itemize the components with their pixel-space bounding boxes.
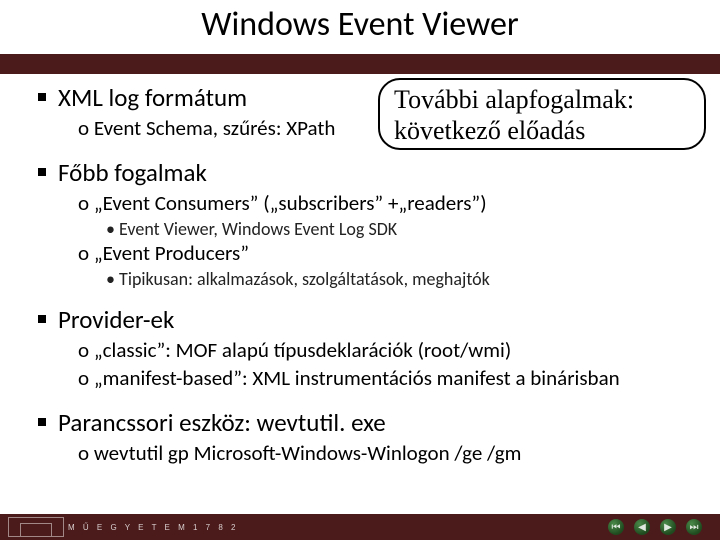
- callout-line-2: következő előadás: [394, 115, 690, 146]
- nav-prev-button[interactable]: ◀: [634, 519, 650, 535]
- bullet-fobb-fogalmak: Főbb fogalmak: [38, 157, 696, 188]
- callout-line-1: További alapfogalmak:: [394, 84, 690, 115]
- nav-next-button[interactable]: ▶: [660, 519, 676, 535]
- sub-event-consumers: „Event Consumers” („subscribers” +„reade…: [78, 190, 696, 216]
- slide-footer: M Ű E G Y E T E M 1 7 8 2 ⏮ ◀ ▶ ⏭: [0, 514, 720, 540]
- square-bullet-icon: [38, 93, 46, 101]
- square-bullet-icon: [38, 315, 46, 323]
- bullet-text: Főbb fogalmak: [58, 157, 207, 188]
- sub-classic: „classic”: MOF alapú típusdeklarációk (r…: [78, 337, 696, 363]
- bullet-text: XML log formátum: [58, 82, 247, 113]
- subsub-event-viewer-sdk: Event Viewer, Windows Event Log SDK: [106, 218, 696, 240]
- slide-title: Windows Event Viewer: [0, 0, 720, 54]
- footer-logo-area: M Ű E G Y E T E M 1 7 8 2: [8, 517, 238, 537]
- bullet-wevtutil: Parancssori eszköz: wevtutil. exe: [38, 407, 696, 438]
- footer-nav: ⏮ ◀ ▶ ⏭: [608, 519, 702, 535]
- nav-last-button[interactable]: ⏭: [686, 519, 702, 535]
- sub-manifest-based: „manifest-based”: XML instrumentációs ma…: [78, 365, 696, 391]
- bullet-text: Provider-ek: [58, 304, 174, 335]
- university-logo-icon: [8, 517, 64, 537]
- nav-first-button[interactable]: ⏮: [608, 519, 624, 535]
- bullet-text: Parancssori eszköz: wevtutil. exe: [58, 407, 386, 438]
- title-underline: [0, 54, 720, 74]
- square-bullet-icon: [38, 168, 46, 176]
- sub-wevtutil-cmd: wevtutil gp Microsoft-Windows-Winlogon /…: [78, 440, 696, 466]
- callout-box: További alapfogalmak: következő előadás: [378, 78, 706, 150]
- footer-letters: M Ű E G Y E T E M 1 7 8 2: [68, 523, 238, 532]
- subsub-tipikusan: Tipikusan: alkalmazások, szolgáltatások,…: [106, 268, 696, 290]
- square-bullet-icon: [38, 418, 46, 426]
- sub-event-producers: „Event Producers”: [78, 240, 696, 266]
- bullet-providerek: Provider-ek: [38, 304, 696, 335]
